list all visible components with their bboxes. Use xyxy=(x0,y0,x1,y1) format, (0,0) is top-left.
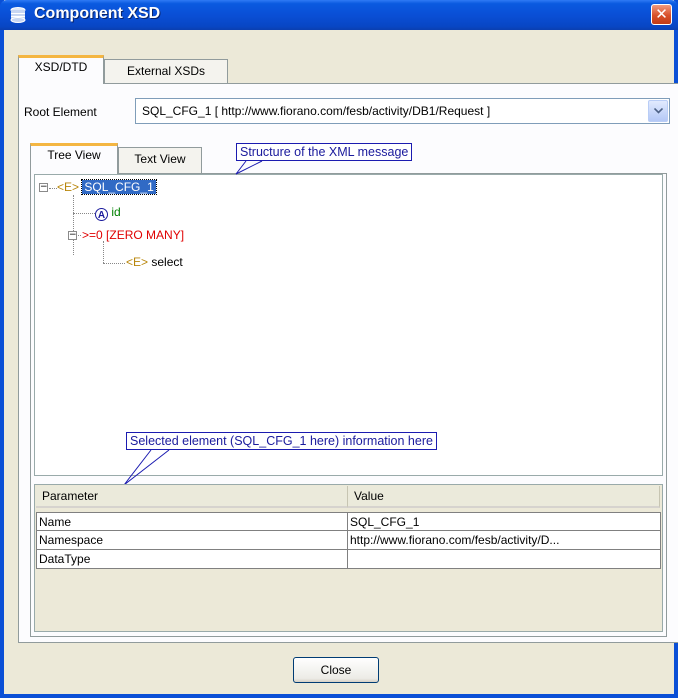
table-cell[interactable]: SQL_CFG_1 xyxy=(348,512,661,531)
tree-connector xyxy=(49,188,57,189)
tab-xsd-dtd[interactable]: XSD/DTD xyxy=(18,55,104,84)
tab-text-view[interactable]: Text View xyxy=(118,147,202,174)
structure-callout: Structure of the XML message xyxy=(236,143,413,161)
tab-external-xsds[interactable]: External XSDs xyxy=(104,59,228,84)
properties-table: Parameter Value Name SQL_CFG_1 Namespace… xyxy=(34,484,663,632)
tree-connector xyxy=(103,241,104,263)
close-button[interactable]: Close xyxy=(293,657,379,683)
tree-node-group[interactable]: >=0 [ZERO MANY] xyxy=(82,228,184,243)
callout-pointer xyxy=(235,160,263,175)
tree-node-attr-label: id xyxy=(111,205,121,219)
root-element-value: SQL_CFG_1 [ http://www.fiorano.com/fesb/… xyxy=(142,104,491,118)
tree-node-root[interactable]: <E> SQL_CFG_1 xyxy=(57,179,157,195)
table-cell[interactable]: Name xyxy=(36,512,348,531)
tree-node-child-label: select xyxy=(151,255,183,269)
tree-node-attr[interactable]: A id xyxy=(95,205,121,221)
callout-pointer xyxy=(123,449,170,486)
column-header-parameter[interactable]: Parameter xyxy=(36,486,348,508)
tree-connector xyxy=(73,213,95,214)
tree-node-root-label: SQL_CFG_1 xyxy=(81,179,157,195)
column-header-value[interactable]: Value xyxy=(348,486,660,508)
chevron-down-icon[interactable] xyxy=(648,100,668,122)
xml-structure-tree[interactable]: − <E> SQL_CFG_1 A id − >=0 [ZERO MANY] <… xyxy=(34,174,663,476)
selected-info-callout: Selected element (SQL_CFG_1 here) inform… xyxy=(126,432,437,450)
table-cell[interactable]: DataType xyxy=(36,550,348,569)
element-icon: <E> xyxy=(126,255,149,269)
component-xsd-dialog: Component XSD ✕ XSD/DTD External XSDs Ro… xyxy=(0,0,678,698)
tree-connector xyxy=(103,263,125,264)
tree-node-child[interactable]: <E> select xyxy=(126,255,183,270)
close-window-button[interactable]: ✕ xyxy=(651,4,672,25)
root-element-combo[interactable]: SQL_CFG_1 [ http://www.fiorano.com/fesb/… xyxy=(135,98,670,124)
attribute-icon: A xyxy=(95,208,108,221)
collapse-toggle[interactable]: − xyxy=(68,231,77,240)
title-bar[interactable]: Component XSD ✕ xyxy=(0,0,678,30)
window-title: Component XSD xyxy=(34,5,161,22)
table-cell[interactable]: Namespace xyxy=(36,531,348,550)
table-cell[interactable]: http://www.fiorano.com/fesb/activity/D..… xyxy=(348,531,661,550)
root-element-label: Root Element xyxy=(24,105,97,119)
tab-tree-view[interactable]: Tree View xyxy=(30,143,118,174)
collapse-toggle[interactable]: − xyxy=(39,183,48,192)
tree-connector xyxy=(73,195,74,255)
database-icon xyxy=(10,7,26,23)
table-cell[interactable] xyxy=(348,550,661,569)
element-icon: <E> xyxy=(57,180,80,194)
